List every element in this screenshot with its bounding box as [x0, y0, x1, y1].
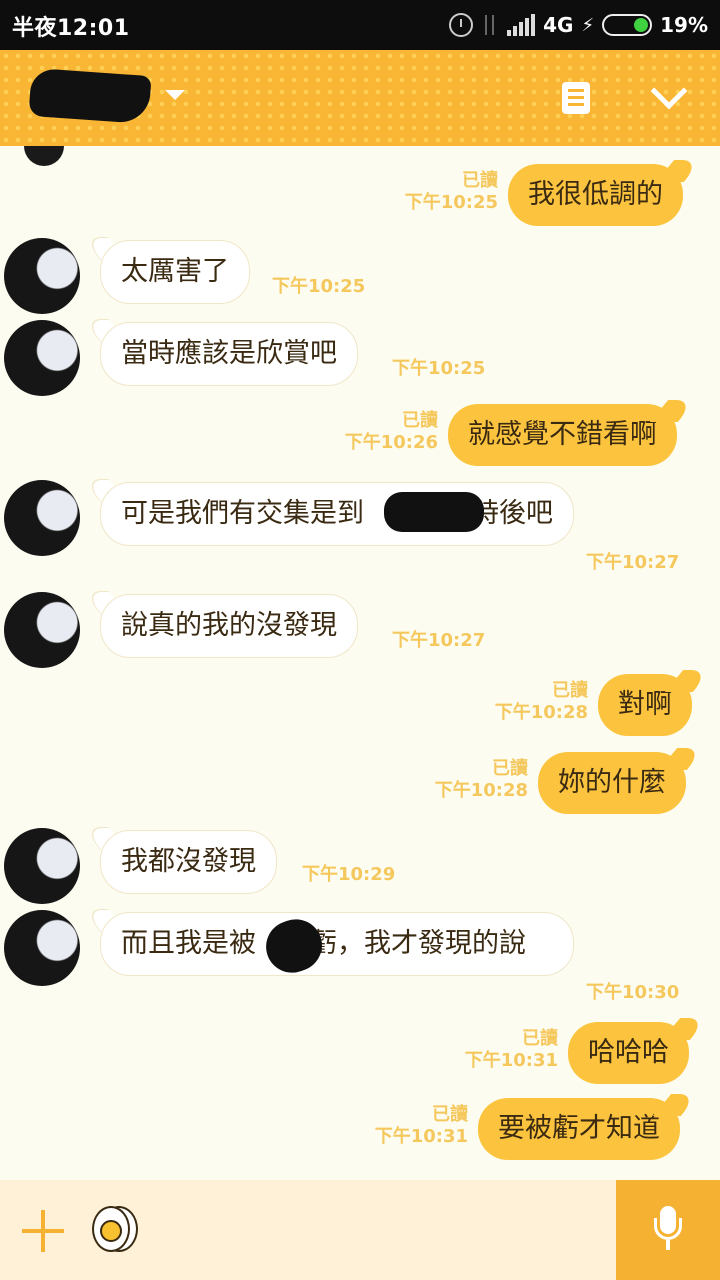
mic-icon [654, 1206, 682, 1256]
signal-icon [507, 14, 536, 36]
avatar[interactable] [4, 828, 80, 904]
message-bubble-outgoing[interactable]: 妳的什麼 [538, 752, 686, 814]
chat-title-redacted[interactable] [28, 67, 152, 125]
message-bubble-incoming[interactable]: 我都沒發現 [100, 830, 277, 894]
status-bar: 半夜12:01 4G ⚡ 19% [0, 0, 720, 50]
message-time: 下午10:27 [392, 630, 486, 651]
chat-header [0, 50, 720, 146]
message-bubble-incoming[interactable]: 可是我們有交集是到 小時後吧 [100, 482, 574, 546]
message-meta: 已讀 下午10:31 [464, 1028, 558, 1071]
message-time: 下午10:25 [392, 358, 486, 379]
avatar[interactable] [24, 146, 64, 166]
redaction-mark [384, 492, 484, 532]
dropdown-caret-icon[interactable] [165, 90, 185, 100]
message-bubble-outgoing[interactable]: 要被虧才知道 [478, 1098, 680, 1160]
message-bubble-incoming[interactable]: 說真的我的沒發現 [100, 594, 358, 658]
avatar[interactable] [4, 238, 80, 314]
message-bubble-incoming[interactable]: 當時應該是欣賞吧 [100, 322, 358, 386]
message-bubble-outgoing[interactable]: 哈哈哈 [568, 1022, 689, 1084]
message-list[interactable]: 已讀 下午10:25 我很低調的 太厲害了 下午10:25 當時應該是欣賞吧 下午… [0, 146, 720, 1180]
message-meta: 已讀 下午10:25 [404, 170, 498, 213]
avatar[interactable] [4, 592, 80, 668]
data-transfer-icon [481, 13, 499, 37]
input-bar [0, 1180, 720, 1280]
battery-percent: 19% [660, 13, 708, 37]
note-icon[interactable] [562, 82, 590, 114]
message-time: 下午10:27 [586, 552, 680, 573]
plus-icon[interactable] [22, 1210, 64, 1252]
avatar[interactable] [4, 480, 80, 556]
message-meta: 已讀 下午10:28 [434, 758, 528, 801]
sticker-icon[interactable] [92, 1206, 140, 1254]
message-bubble-incoming[interactable]: 而且我是被 虧，我才發現的說 [100, 912, 574, 976]
message-meta: 已讀 下午10:26 [344, 410, 438, 453]
avatar[interactable] [4, 910, 80, 986]
message-bubble-outgoing[interactable]: 就感覺不錯看啊 [448, 404, 677, 466]
message-time: 下午10:25 [272, 276, 366, 297]
network-type: 4G [543, 13, 574, 37]
alarm-icon [449, 13, 474, 37]
message-time: 下午10:30 [586, 982, 680, 1003]
message-bubble-incoming[interactable]: 太厲害了 [100, 240, 250, 304]
message-time: 下午10:29 [302, 864, 396, 885]
status-time: 半夜12:01 [12, 16, 130, 41]
message-bubble-outgoing[interactable]: 我很低調的 [508, 164, 683, 226]
message-bubble-outgoing[interactable]: 對啊 [598, 674, 692, 736]
voice-message-button[interactable] [616, 1180, 720, 1280]
charging-icon: ⚡ [581, 14, 595, 36]
chevron-down-icon[interactable] [650, 72, 688, 110]
status-icons: 4G ⚡ 19% [449, 10, 708, 40]
avatar[interactable] [4, 320, 80, 396]
message-meta: 已讀 下午10:31 [374, 1104, 468, 1147]
message-meta: 已讀 下午10:28 [494, 680, 588, 723]
battery-icon [602, 14, 653, 36]
